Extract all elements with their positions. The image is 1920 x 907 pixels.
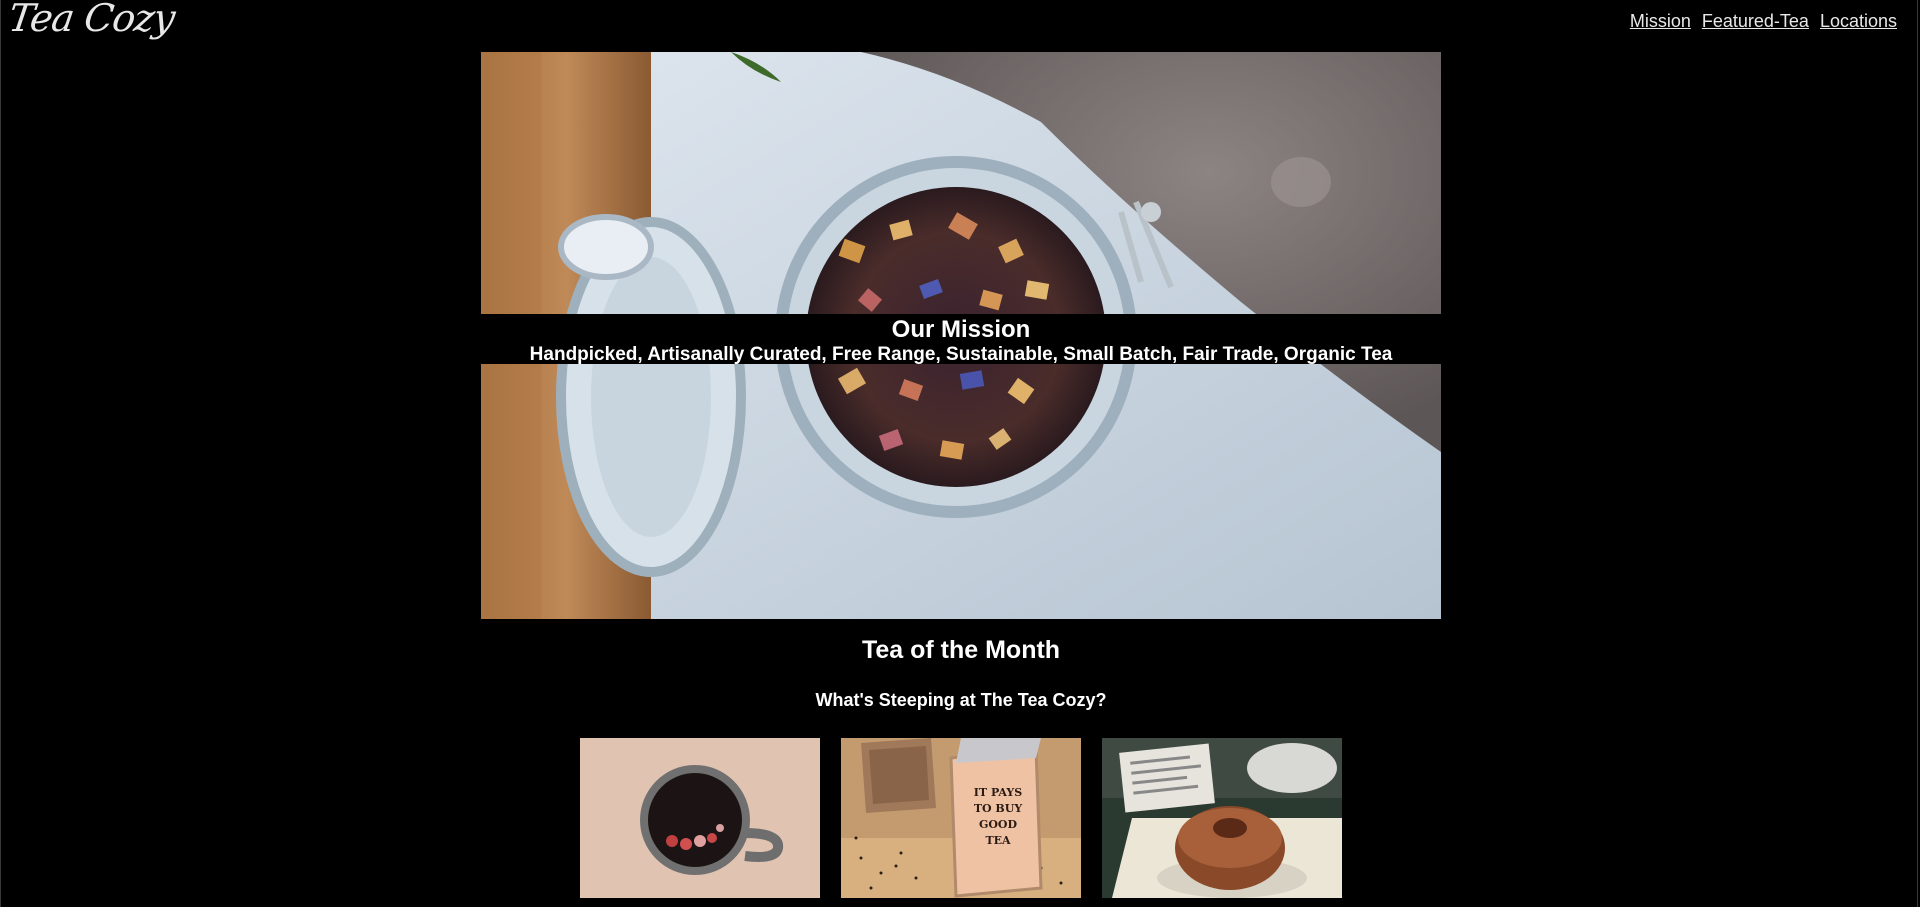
berry-tea-mug-image bbox=[580, 738, 820, 898]
donut-image bbox=[1102, 738, 1342, 898]
logo[interactable]: Tea Cozy bbox=[6, 0, 177, 40]
page-frame: Tea Cozy Mission Featured-Tea Locations bbox=[0, 0, 1918, 907]
tea-of-month-title: Tea of the Month bbox=[861, 636, 1061, 664]
mission-subtitle: Handpicked, Artisanally Curated, Free Ra… bbox=[529, 344, 1393, 365]
tea-box-sign-line-2: TO BUY bbox=[974, 802, 1022, 815]
tea-box-sign-line-1: IT PAYS bbox=[974, 786, 1022, 799]
nav-link-featured-tea[interactable]: Featured-Tea bbox=[1702, 11, 1809, 32]
hero-banner: Our Mission Handpicked, Artisanally Cura… bbox=[481, 52, 1441, 619]
tea-box-sign-line-3: GOOD bbox=[979, 818, 1018, 831]
tea-box-image: IT PAYS TO BUY GOOD TEA bbox=[841, 738, 1081, 898]
mission-band: Our Mission Handpicked, Artisanally Cura… bbox=[481, 314, 1441, 365]
tea-box-sign-line-4: TEA bbox=[985, 834, 1011, 847]
mission-title: Our Mission bbox=[891, 316, 1031, 343]
main-nav: Mission Featured-Tea Locations bbox=[1630, 11, 1897, 32]
tea-of-month-subtitle: What's Steeping at The Tea Cozy? bbox=[815, 690, 1107, 710]
nav-link-locations[interactable]: Locations bbox=[1820, 11, 1897, 32]
nav-link-mission[interactable]: Mission bbox=[1630, 11, 1691, 32]
